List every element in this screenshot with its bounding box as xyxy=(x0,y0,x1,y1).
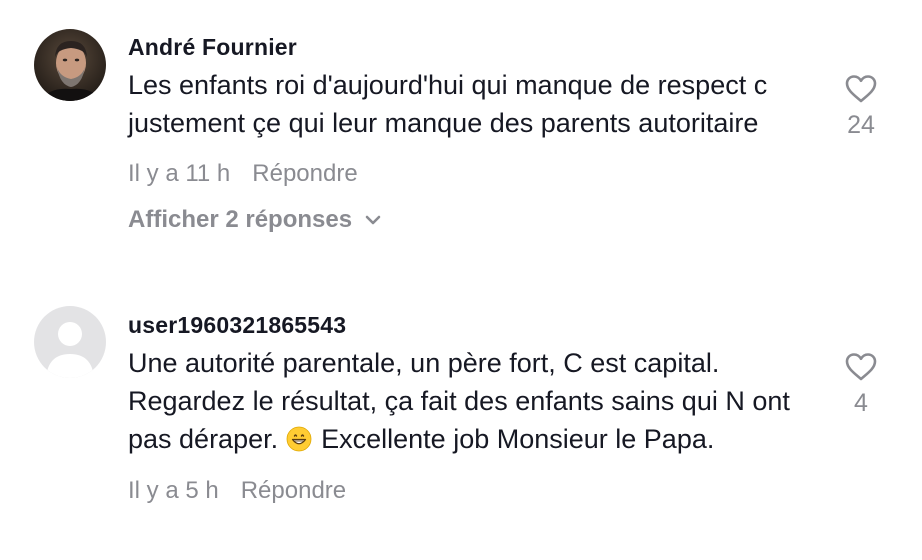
reply-button[interactable]: Répondre xyxy=(252,159,357,189)
comment-meta: Il y a 11 h Répondre xyxy=(128,159,818,189)
comment-text: Les enfants roi d'aujourd'hui qui manque… xyxy=(128,70,768,138)
grinning-face-icon xyxy=(286,426,312,452)
like-count: 24 xyxy=(847,111,875,139)
default-avatar-icon xyxy=(34,306,106,378)
comment-meta: Il y a 5 h Répondre xyxy=(128,476,818,506)
reply-button[interactable]: Répondre xyxy=(241,476,346,506)
profile-photo-icon xyxy=(34,29,106,101)
heart-icon xyxy=(845,75,877,103)
like-count: 4 xyxy=(854,389,868,417)
avatar[interactable] xyxy=(34,306,106,378)
comment-text: Une autorité parentale, un père fort, C … xyxy=(128,344,818,458)
show-replies-button[interactable]: Afficher 2 réponses xyxy=(128,205,818,235)
comment-text-part: Excellente job Monsieur le Papa. xyxy=(313,424,715,454)
chevron-down-icon xyxy=(365,215,381,225)
comment-username[interactable]: user1960321865543 xyxy=(128,311,818,339)
comment-username[interactable]: André Fournier xyxy=(128,33,818,61)
comment-timestamp: Il y a 11 h xyxy=(128,160,231,187)
show-replies-label: Afficher 2 réponses xyxy=(128,206,353,233)
comment-timestamp: Il y a 5 h xyxy=(128,477,219,504)
like-button[interactable]: 4 xyxy=(836,352,886,418)
avatar[interactable] xyxy=(34,29,106,101)
like-button[interactable]: 24 xyxy=(836,74,886,140)
heart-icon xyxy=(845,353,877,381)
